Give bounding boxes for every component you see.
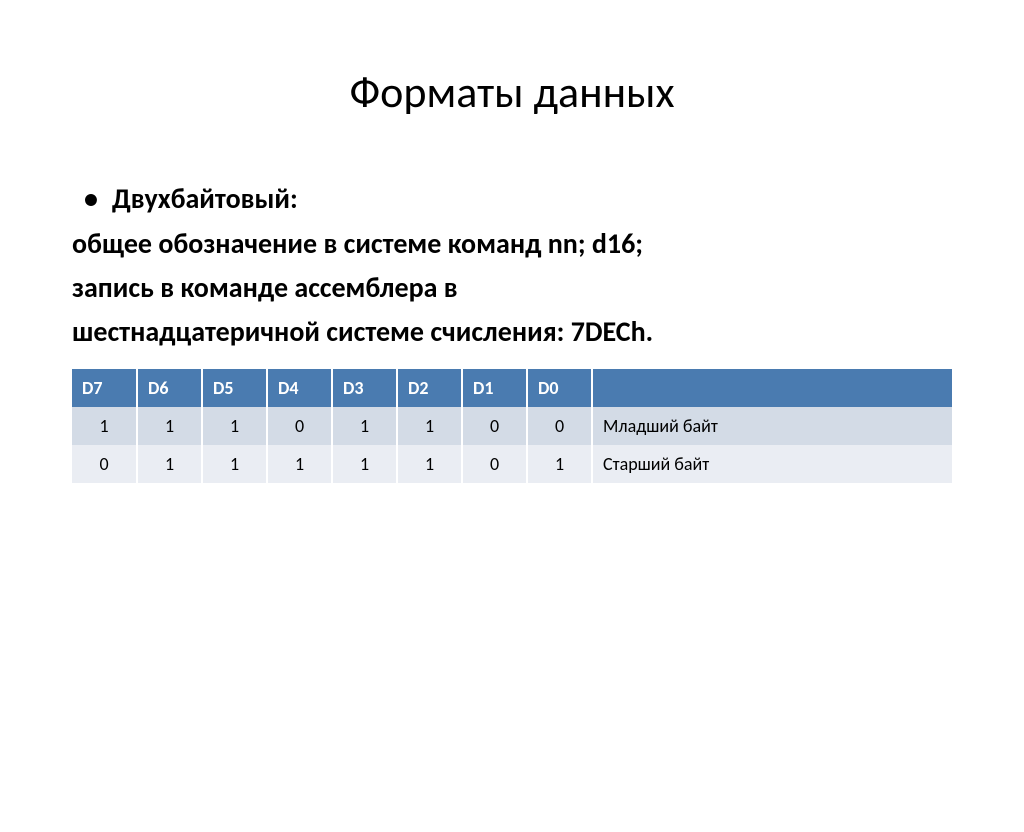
bit-cell: 0 bbox=[462, 445, 527, 483]
byte-label: Младший байт bbox=[592, 407, 952, 445]
table-wrap: D7 D6 D5 D4 D3 D2 D1 D0 1 1 1 0 1 bbox=[72, 369, 952, 483]
bit-cell: 1 bbox=[202, 407, 267, 445]
table-header-row: D7 D6 D5 D4 D3 D2 D1 D0 bbox=[72, 369, 952, 407]
bit-cell: 1 bbox=[137, 407, 202, 445]
bit-cell: 1 bbox=[332, 445, 397, 483]
bit-cell: 0 bbox=[527, 407, 592, 445]
byte-label: Старший байт bbox=[592, 445, 952, 483]
bit-cell: 0 bbox=[267, 407, 332, 445]
bit-cell: 1 bbox=[397, 445, 462, 483]
bullet-line: • Двухбайтовый: bbox=[72, 181, 952, 217]
col-header bbox=[592, 369, 952, 407]
table-row: 0 1 1 1 1 1 0 1 Старший байт bbox=[72, 445, 952, 483]
bullet-marker: • bbox=[84, 181, 98, 217]
col-header: D2 bbox=[397, 369, 462, 407]
col-header: D5 bbox=[202, 369, 267, 407]
slide-title: Форматы данных bbox=[0, 65, 1024, 119]
bit-cell: 1 bbox=[202, 445, 267, 483]
body-line-2b: шестнадцатеричной системе счисления: 7DE… bbox=[72, 313, 952, 351]
body-line-2a: запись в команде ассемблера в bbox=[72, 269, 952, 307]
bit-cell: 0 bbox=[462, 407, 527, 445]
bit-cell: 1 bbox=[267, 445, 332, 483]
bullet-text: Двухбайтовый: bbox=[112, 181, 298, 217]
data-table: D7 D6 D5 D4 D3 D2 D1 D0 1 1 1 0 1 bbox=[72, 369, 952, 483]
col-header: D1 bbox=[462, 369, 527, 407]
col-header: D0 bbox=[527, 369, 592, 407]
bit-cell: 1 bbox=[397, 407, 462, 445]
col-header: D3 bbox=[332, 369, 397, 407]
bit-cell: 1 bbox=[72, 407, 137, 445]
col-header: D6 bbox=[137, 369, 202, 407]
col-header: D7 bbox=[72, 369, 137, 407]
body-line-1: общее обозначение в системе команд nn; d… bbox=[72, 225, 952, 263]
content-area: • Двухбайтовый: общее обозначение в сист… bbox=[0, 181, 1024, 483]
table-row: 1 1 1 0 1 1 0 0 Младший байт bbox=[72, 407, 952, 445]
bit-cell: 1 bbox=[332, 407, 397, 445]
bit-cell: 1 bbox=[137, 445, 202, 483]
bit-cell: 0 bbox=[72, 445, 137, 483]
col-header: D4 bbox=[267, 369, 332, 407]
bit-cell: 1 bbox=[527, 445, 592, 483]
